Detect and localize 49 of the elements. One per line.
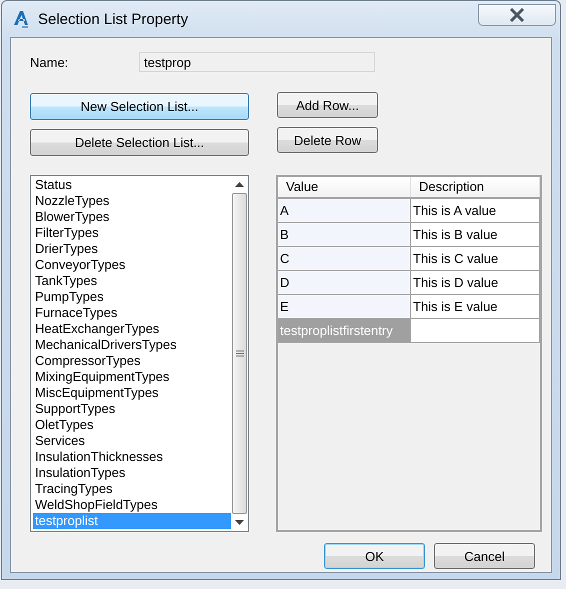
list-item[interactable]: DrierTypes: [33, 241, 231, 257]
table-cell[interactable]: This is E value: [411, 295, 540, 319]
list-item[interactable]: FurnaceTypes: [33, 305, 231, 321]
table-cell[interactable]: This is A value: [411, 199, 540, 223]
table-cell[interactable]: B: [278, 223, 411, 247]
table-cell[interactable]: D: [278, 271, 411, 295]
column-header[interactable]: Description: [411, 177, 540, 197]
close-button[interactable]: [478, 4, 556, 26]
list-item[interactable]: SupportTypes: [33, 401, 231, 417]
table-cell[interactable]: [411, 319, 540, 343]
list-item[interactable]: Status: [33, 177, 231, 193]
table-cell[interactable]: This is D value: [411, 271, 540, 295]
list-item[interactable]: ConveyorTypes: [33, 257, 231, 273]
list-item[interactable]: TracingTypes: [33, 481, 231, 497]
list-item[interactable]: TankTypes: [33, 273, 231, 289]
table-cell[interactable]: C: [278, 247, 411, 271]
window-title: Selection List Property: [38, 10, 190, 28]
list-item[interactable]: InsulationThicknesses: [33, 449, 231, 465]
table-cell[interactable]: This is C value: [411, 247, 540, 271]
name-field[interactable]: testprop: [139, 52, 375, 72]
list-item[interactable]: NozzleTypes: [33, 193, 231, 209]
scroll-up-icon[interactable]: [235, 182, 244, 187]
list-item[interactable]: Services: [33, 433, 231, 449]
table-cell[interactable]: This is B value: [411, 223, 540, 247]
list-item[interactable]: WeldShopFieldTypes: [33, 497, 231, 513]
app-logo-icon: [12, 9, 30, 29]
table-cell[interactable]: A: [278, 199, 411, 223]
new-list-button[interactable]: New Selection List...: [30, 93, 249, 120]
delete-list-button[interactable]: Delete Selection List...: [30, 129, 249, 156]
scroll-down-icon[interactable]: [235, 520, 244, 525]
list-item[interactable]: MechanicalDriversTypes: [33, 337, 231, 353]
ok-button[interactable]: OK: [324, 543, 425, 569]
list-item[interactable]: MiscEquipmentTypes: [33, 385, 231, 401]
list-item[interactable]: BlowerTypes: [33, 209, 231, 225]
list-item[interactable]: OletTypes: [33, 417, 231, 433]
name-label: Name:: [30, 54, 70, 70]
close-icon: [509, 8, 525, 22]
list-item[interactable]: FilterTypes: [33, 225, 231, 241]
add-row-button[interactable]: Add Row...: [277, 92, 378, 118]
cancel-button[interactable]: Cancel: [434, 543, 535, 569]
table-cell[interactable]: E: [278, 295, 411, 319]
list-item[interactable]: PumpTypes: [33, 289, 231, 305]
column-header[interactable]: Value: [278, 177, 411, 197]
list-item[interactable]: InsulationTypes: [33, 465, 231, 481]
delete-row-button[interactable]: Delete Row: [277, 127, 378, 153]
list-item[interactable]: MixingEquipmentTypes: [33, 369, 231, 385]
list-item[interactable]: HeatExchangerTypes: [33, 321, 231, 337]
list-item[interactable]: CompressorTypes: [33, 353, 231, 369]
scrollbar-thumb[interactable]: [232, 193, 247, 514]
